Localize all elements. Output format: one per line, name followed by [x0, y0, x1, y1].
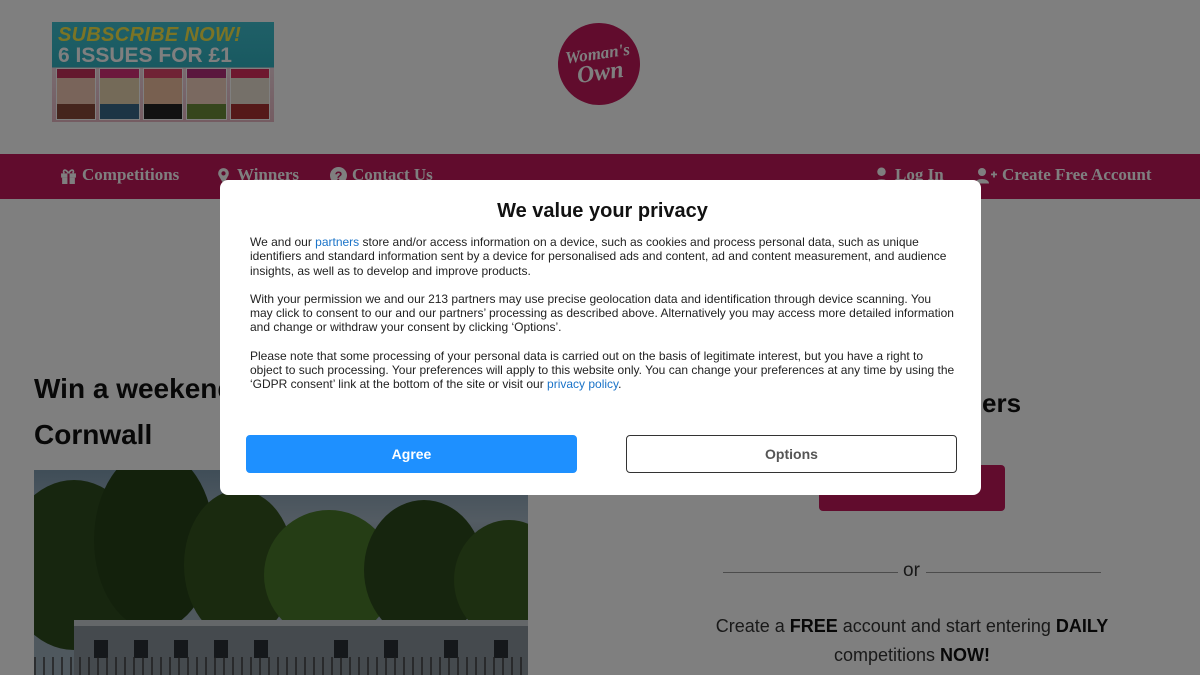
consent-paragraph-3: Please note that some processing of your… — [250, 348, 955, 392]
privacy-consent-dialog: We value your privacy We and our partner… — [220, 180, 981, 495]
agree-button[interactable]: Agree — [246, 435, 577, 473]
consent-paragraph-2: With your permission we and our 213 part… — [250, 291, 954, 335]
dialog-title: We value your privacy — [497, 200, 708, 222]
options-button[interactable]: Options — [626, 435, 957, 473]
consent-paragraph-1: We and our partners store and/or access … — [250, 235, 947, 278]
privacy-policy-link[interactable]: privacy policy — [547, 377, 618, 391]
partners-link[interactable]: partners — [315, 235, 359, 249]
